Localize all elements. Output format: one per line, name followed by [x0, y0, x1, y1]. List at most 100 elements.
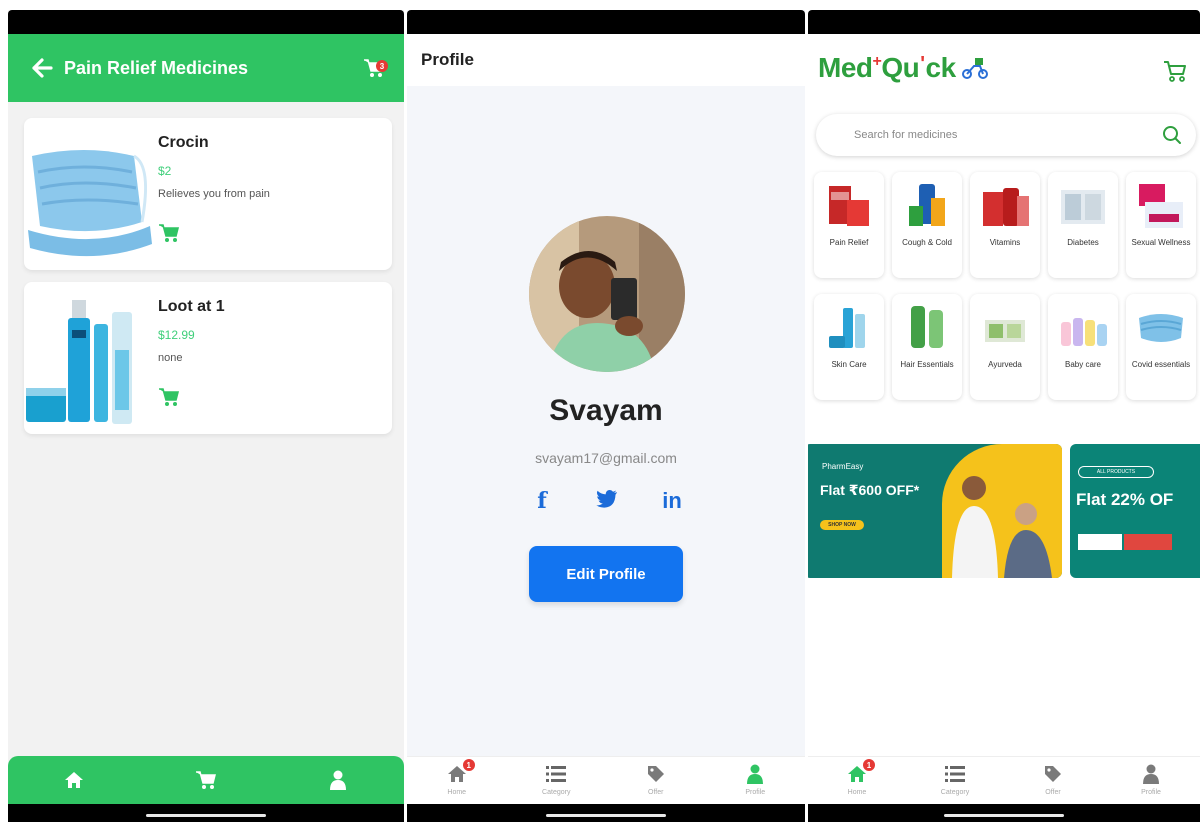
- category-baby-care[interactable]: Baby care: [1048, 294, 1118, 400]
- home-indicator-area: [808, 804, 1200, 822]
- banner-pill: ALL PRODUCTS: [1078, 466, 1154, 478]
- bottom-tab-bar: 1 Home Category Offer Profile: [808, 756, 1200, 804]
- cart-icon[interactable]: [194, 768, 218, 792]
- tab-home[interactable]: 1 Home: [427, 759, 487, 796]
- category-cough-cold[interactable]: Cough & Cold: [892, 172, 962, 278]
- tag-icon: [645, 763, 667, 785]
- cart-button[interactable]: 3: [358, 54, 390, 82]
- category-pain-relief[interactable]: Pain Relief: [814, 172, 884, 278]
- logo-text: Med: [818, 52, 873, 83]
- linkedin-icon[interactable]: in: [657, 488, 687, 514]
- tab-category[interactable]: Category: [925, 763, 985, 796]
- cart-count-badge: 3: [376, 60, 388, 72]
- top-bar: Med + Qu ' ck: [808, 34, 1200, 110]
- category-label: Sexual Wellness: [1131, 238, 1191, 247]
- category-vitamins[interactable]: Vitamins: [970, 172, 1040, 278]
- twitter-icon[interactable]: [592, 488, 622, 514]
- category-covid-essentials[interactable]: Covid essentials: [1126, 294, 1196, 400]
- product-name: Loot at 1: [158, 298, 225, 315]
- facebook-icon[interactable]: f: [527, 488, 557, 514]
- coupon-button[interactable]: [1124, 534, 1172, 550]
- skincare-bottles-image: [26, 300, 132, 424]
- avatar: [529, 216, 685, 372]
- profile-email: svayam17@gmail.com: [535, 450, 677, 466]
- search-icon[interactable]: [1162, 125, 1182, 145]
- status-bar: [8, 10, 404, 34]
- header: Profile: [407, 34, 805, 86]
- product-card[interactable]: Loot at 1 $12.99 none: [24, 282, 392, 434]
- tab-offer[interactable]: Offer: [1023, 763, 1083, 796]
- status-bar: [407, 10, 805, 34]
- pain-relief-image: [829, 186, 869, 226]
- category-label: Covid essentials: [1131, 360, 1191, 369]
- logo-dot: ': [920, 52, 925, 75]
- coupon-code: [1078, 534, 1122, 550]
- tab-label: Category: [940, 789, 970, 796]
- page-title: Pain Relief Medicines: [64, 57, 249, 78]
- add-to-cart-icon[interactable]: [158, 222, 180, 244]
- product-price: $2: [158, 164, 172, 178]
- notification-badge: 1: [462, 759, 475, 771]
- logo-text: ck: [925, 52, 957, 83]
- banner-headline: Flat ₹600 OFF*: [820, 482, 920, 498]
- category-diabetes[interactable]: Diabetes: [1048, 172, 1118, 278]
- category-sexual-wellness[interactable]: Sexual Wellness: [1126, 172, 1196, 278]
- app-showcase: Pain Relief Medicines 3 Crocin $2 Reliev…: [0, 0, 1200, 825]
- product-name: Crocin: [158, 134, 209, 151]
- profile-name: Svayam: [549, 394, 663, 427]
- tab-label: Home: [447, 789, 467, 796]
- sexual-wellness-image: [1139, 184, 1183, 228]
- bottom-navigation: [8, 756, 404, 804]
- back-arrow-icon[interactable]: [28, 54, 56, 82]
- hair-essentials-image: [911, 306, 943, 348]
- doctor-illustration: [952, 476, 1052, 578]
- category-skin-care[interactable]: Skin Care: [814, 294, 884, 400]
- bottom-tab-bar: 1 Home Category Offer Profile: [407, 756, 805, 804]
- cough-cold-image: [909, 184, 945, 226]
- banner-brand: PharmEasy: [822, 462, 864, 471]
- offer-banner[interactable]: ALL PRODUCTS Flat 22% OF: [1070, 444, 1200, 578]
- status-bar: [808, 10, 1200, 34]
- diabetes-image: [1061, 190, 1105, 224]
- add-to-cart-icon[interactable]: [158, 386, 180, 408]
- delivery-rider-icon: [961, 58, 988, 79]
- app-logo: Med + Qu ' ck: [818, 52, 990, 84]
- category-grid: Pain Relief Cough & Cold Vitamins Diabet…: [814, 172, 1200, 400]
- list-icon: [545, 763, 567, 785]
- search-input[interactable]: Search for medicines: [816, 114, 1196, 156]
- category-ayurveda[interactable]: Ayurveda: [970, 294, 1040, 400]
- tab-label: Offer: [648, 789, 664, 796]
- product-description: Relieves you from pain: [158, 188, 270, 200]
- logo-text: Qu: [881, 52, 920, 83]
- home-indicator[interactable]: [146, 814, 266, 817]
- home-screen: Med + Qu ' ck Search for medicines Pain …: [808, 10, 1200, 822]
- offer-banner[interactable]: PharmEasy Flat ₹600 OFF* SHOP NOW: [808, 444, 1062, 578]
- tab-category[interactable]: Category: [526, 763, 586, 796]
- user-icon[interactable]: [326, 768, 350, 792]
- tab-label: Offer: [1045, 789, 1061, 796]
- tag-icon: [1042, 763, 1064, 785]
- category-label: Ayurveda: [988, 360, 1022, 369]
- product-card[interactable]: Crocin $2 Relieves you from pain: [24, 118, 392, 270]
- home-icon[interactable]: [62, 768, 86, 792]
- tab-offer[interactable]: Offer: [626, 763, 686, 796]
- profile-screen: Profile Svayam svayam17@gmail.com f in E…: [407, 10, 805, 822]
- shop-now-button[interactable]: SHOP NOW: [820, 520, 864, 530]
- category-hair-essentials[interactable]: Hair Essentials: [892, 294, 962, 400]
- tab-home[interactable]: 1 Home: [827, 759, 887, 796]
- edit-profile-button[interactable]: Edit Profile: [529, 546, 683, 602]
- vitamins-image: [983, 188, 1029, 226]
- user-icon: [744, 763, 766, 785]
- tab-profile[interactable]: Profile: [725, 763, 785, 796]
- product-list-screen: Pain Relief Medicines 3 Crocin $2 Reliev…: [8, 10, 404, 822]
- home-indicator[interactable]: [944, 814, 1064, 817]
- category-label: Cough & Cold: [902, 238, 952, 247]
- home-indicator-area: [8, 804, 404, 822]
- cart-icon[interactable]: [1162, 58, 1188, 84]
- home-indicator[interactable]: [546, 814, 666, 817]
- category-label: Pain Relief: [829, 238, 869, 247]
- tab-profile[interactable]: Profile: [1121, 763, 1181, 796]
- logo-plus: +: [872, 53, 882, 70]
- covid-essentials-image: [1139, 314, 1183, 342]
- category-label: Skin Care: [831, 360, 867, 369]
